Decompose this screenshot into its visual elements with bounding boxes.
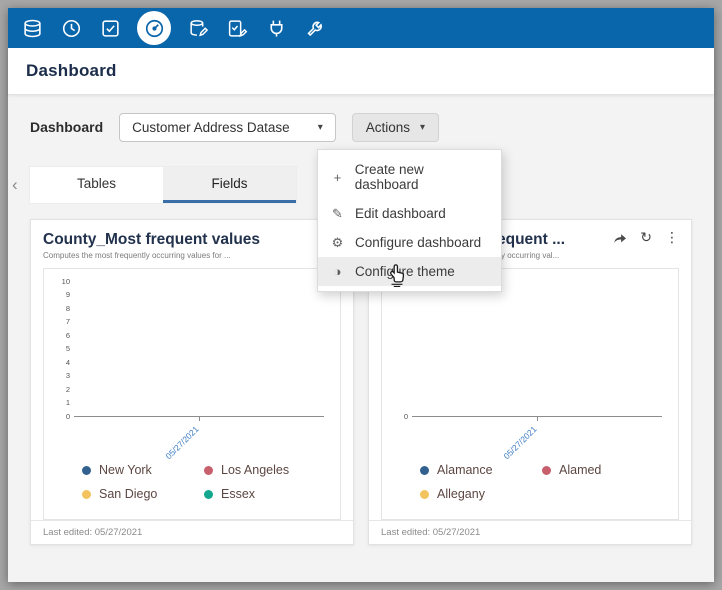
legend-label: Allegany	[437, 487, 485, 501]
y-tick-label: 10	[62, 278, 70, 286]
legend-dot	[82, 490, 91, 499]
tab-fields[interactable]: Fields	[163, 167, 296, 203]
dashboard-toolbar: Dashboard Customer Address Datase ▾ Acti…	[30, 111, 692, 143]
plot-area: 012345678910 05/27/2021	[74, 281, 324, 417]
plot-area: 01 05/27/2021	[412, 281, 662, 417]
legend-item-san-diego[interactable]: San Diego	[82, 487, 200, 501]
legend-dot	[542, 466, 551, 475]
y-tick-label: 6	[66, 332, 70, 340]
page-title: Dashboard	[26, 61, 117, 81]
app-toolbar	[8, 8, 714, 48]
dashboard-icon[interactable]	[137, 11, 171, 45]
checkbox-icon[interactable]	[98, 16, 122, 40]
card-title: County_Most frequent values	[43, 230, 321, 249]
content-area: Dashboard Customer Address Datase ▾ Acti…	[8, 95, 714, 582]
y-tick-label: 7	[66, 318, 70, 326]
actions-menu: + Create new dashboard ✎ Edit dashboard ⚙ Con…	[317, 149, 502, 292]
y-tick-label: 2	[66, 386, 70, 394]
card-subtitle: y occurring val...	[501, 251, 679, 260]
actions-button-label: Actions	[366, 120, 410, 135]
legend-item-allegany[interactable]: Allegany	[420, 487, 538, 501]
y-tick-label: 3	[66, 372, 70, 380]
y-tick-label: 0	[404, 413, 408, 421]
plus-icon: +	[330, 171, 345, 184]
legend: New York Los Angeles San Diego Essex	[74, 459, 330, 519]
card-footer: Last edited: 05/27/2021	[31, 520, 353, 546]
y-tick-label: 5	[66, 345, 70, 353]
chart: 01 05/27/2021 Alamance Alamed Allegany	[381, 268, 679, 520]
gear-icon: ⚙	[330, 236, 345, 249]
y-tick-label: 4	[66, 359, 70, 367]
widget-card-county: County_Most frequent values ↻ Computes t…	[30, 219, 354, 545]
legend-item-essex[interactable]: Essex	[204, 487, 322, 501]
theme-icon: ◑	[330, 265, 345, 278]
legend-dot	[420, 490, 429, 499]
legend-dot	[204, 466, 213, 475]
share-icon[interactable]	[612, 231, 627, 244]
tab-strip: Tables Fields	[30, 167, 296, 203]
legend-label: Alamance	[437, 463, 493, 477]
dataset-selector-value: Customer Address Datase	[132, 120, 290, 135]
legend-label: New York	[99, 463, 152, 477]
legend-dot	[82, 466, 91, 475]
menu-item-label: Configure dashboard	[355, 235, 481, 250]
legend-dot	[420, 466, 429, 475]
dataset-selector[interactable]: Customer Address Datase ▾	[119, 113, 336, 142]
x-axis-tick	[199, 416, 200, 421]
y-tick-label: 9	[66, 291, 70, 299]
page-header: Dashboard	[8, 48, 714, 95]
y-tick-label: 0	[66, 413, 70, 421]
card-subtitle: Computes the most frequently occurring v…	[43, 251, 341, 260]
scroll-left-chevron-icon[interactable]: ‹	[12, 175, 18, 195]
legend-item-alamed[interactable]: Alamed	[542, 463, 660, 477]
pencil-icon: ✎	[330, 207, 345, 220]
card-footer: Last edited: 05/27/2021	[369, 520, 691, 546]
legend-label: Essex	[221, 487, 255, 501]
card-title: equent ...	[497, 230, 604, 249]
database-icon[interactable]	[20, 16, 44, 40]
legend-dot	[204, 490, 213, 499]
app-window: Dashboard Dashboard Customer Address Dat…	[8, 8, 714, 582]
refresh-icon[interactable]: ↻	[640, 230, 652, 244]
legend-label: San Diego	[99, 487, 157, 501]
clock-icon[interactable]	[59, 16, 83, 40]
task-edit-icon[interactable]	[225, 16, 249, 40]
legend-item-new-york[interactable]: New York	[82, 463, 200, 477]
y-tick-label: 8	[66, 305, 70, 313]
legend-item-los-angeles[interactable]: Los Angeles	[204, 463, 322, 477]
actions-button[interactable]: Actions ▾	[352, 113, 439, 142]
y-tick-label: 1	[66, 399, 70, 407]
tab-tables[interactable]: Tables	[30, 167, 163, 203]
x-tick-label: 05/27/2021	[502, 424, 539, 461]
legend-label: Los Angeles	[221, 463, 289, 477]
plug-icon[interactable]	[264, 16, 288, 40]
x-tick-label: 05/27/2021	[164, 424, 201, 461]
chevron-down-icon: ▾	[420, 122, 425, 133]
legend-item-alamance[interactable]: Alamance	[420, 463, 538, 477]
chevron-down-icon: ▾	[318, 122, 323, 133]
menu-item-create-new-dashboard[interactable]: + Create new dashboard	[318, 155, 501, 199]
legend-label: Alamed	[559, 463, 601, 477]
legend: Alamance Alamed Allegany	[412, 459, 668, 519]
chart: 012345678910 05/27/2021 New YorkLos Ange…	[43, 268, 341, 520]
menu-item-label: Configure theme	[355, 264, 455, 279]
menu-item-configure-dashboard[interactable]: ⚙ Configure dashboard	[318, 228, 501, 257]
menu-item-label: Edit dashboard	[355, 206, 446, 221]
database-edit-icon[interactable]	[186, 16, 210, 40]
menu-item-label: Create new dashboard	[355, 162, 489, 192]
wrench-icon[interactable]	[303, 16, 327, 40]
more-kebab-icon[interactable]: ⋮	[665, 230, 679, 244]
x-axis-tick	[537, 416, 538, 421]
menu-item-configure-theme[interactable]: ◑ Configure theme	[318, 257, 501, 286]
menu-item-edit-dashboard[interactable]: ✎ Edit dashboard	[318, 199, 501, 228]
dashboard-label: Dashboard	[30, 119, 103, 135]
